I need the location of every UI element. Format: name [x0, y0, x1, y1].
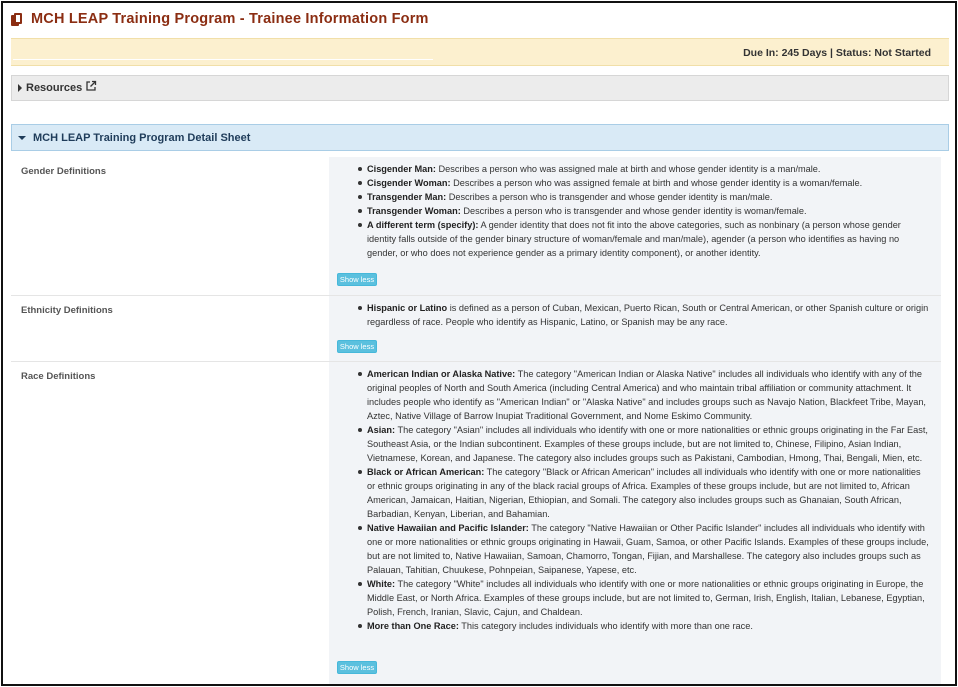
page-header: MCH LEAP Training Program - Trainee Info…	[11, 9, 429, 29]
list-item: Hispanic or Latino is defined as a perso…	[358, 301, 931, 329]
race-show-less-button[interactable]: Show less	[337, 661, 377, 674]
gender-definitions-row: Gender Definitions Cisgender Man: Descri…	[11, 157, 941, 296]
definition-list: Hispanic or Latino is defined as a perso…	[358, 301, 931, 329]
list-item: American Indian or Alaska Native: The ca…	[358, 367, 931, 423]
row-label: Race Definitions	[21, 371, 96, 382]
due-status-text: Due In: 245 Days | Status: Not Started	[743, 47, 931, 59]
definition-list: American Indian or Alaska Native: The ca…	[358, 367, 931, 633]
status-bar: Due In: 245 Days | Status: Not Started	[11, 38, 949, 66]
ethnicity-definitions-row: Ethnicity Definitions Hispanic or Latino…	[11, 296, 941, 362]
list-item: Black or African American: The category …	[358, 465, 931, 521]
resources-label: Resources	[26, 82, 83, 94]
list-item: Native Hawaiian and Pacific Islander: Th…	[358, 521, 931, 577]
gender-show-less-button[interactable]: Show less	[337, 273, 377, 286]
list-item: Transgender Man: Describes a person who …	[358, 190, 931, 204]
list-item: Asian: The category "Asian" includes all…	[358, 423, 931, 465]
caret-down-icon	[18, 135, 26, 140]
page-title: MCH LEAP Training Program - Trainee Info…	[31, 11, 429, 27]
form-clipboard-icon	[11, 12, 23, 26]
form-window: MCH LEAP Training Program - Trainee Info…	[1, 1, 957, 686]
caret-right-icon	[18, 84, 22, 92]
external-link-icon[interactable]	[85, 80, 97, 92]
resources-toggle[interactable]: Resources	[11, 75, 949, 101]
race-definitions-row: Race Definitions American Indian or Alas…	[11, 362, 941, 684]
row-label: Gender Definitions	[21, 166, 106, 177]
list-item: Transgender Woman: Describes a person wh…	[358, 204, 931, 218]
list-item: More than One Race: This category includ…	[358, 619, 931, 633]
definition-list: Cisgender Man: Describes a person who wa…	[358, 162, 931, 260]
list-item: White: The category "White" includes all…	[358, 577, 931, 619]
detail-sheet-section-header[interactable]: MCH LEAP Training Program Detail Sheet	[11, 124, 949, 151]
section-title: MCH LEAP Training Program Detail Sheet	[33, 131, 251, 144]
ethnicity-show-less-button[interactable]: Show less	[337, 340, 377, 353]
race-definitions-content: American Indian or Alaska Native: The ca…	[329, 362, 941, 684]
list-item: A different term (specify): A gender ide…	[358, 218, 931, 260]
row-label: Ethnicity Definitions	[21, 305, 113, 316]
list-item: Cisgender Man: Describes a person who wa…	[358, 162, 931, 176]
ethnicity-definitions-content: Hispanic or Latino is defined as a perso…	[329, 296, 941, 361]
gender-definitions-content: Cisgender Man: Describes a person who wa…	[329, 157, 941, 295]
list-item: Cisgender Woman: Describes a person who …	[358, 176, 931, 190]
